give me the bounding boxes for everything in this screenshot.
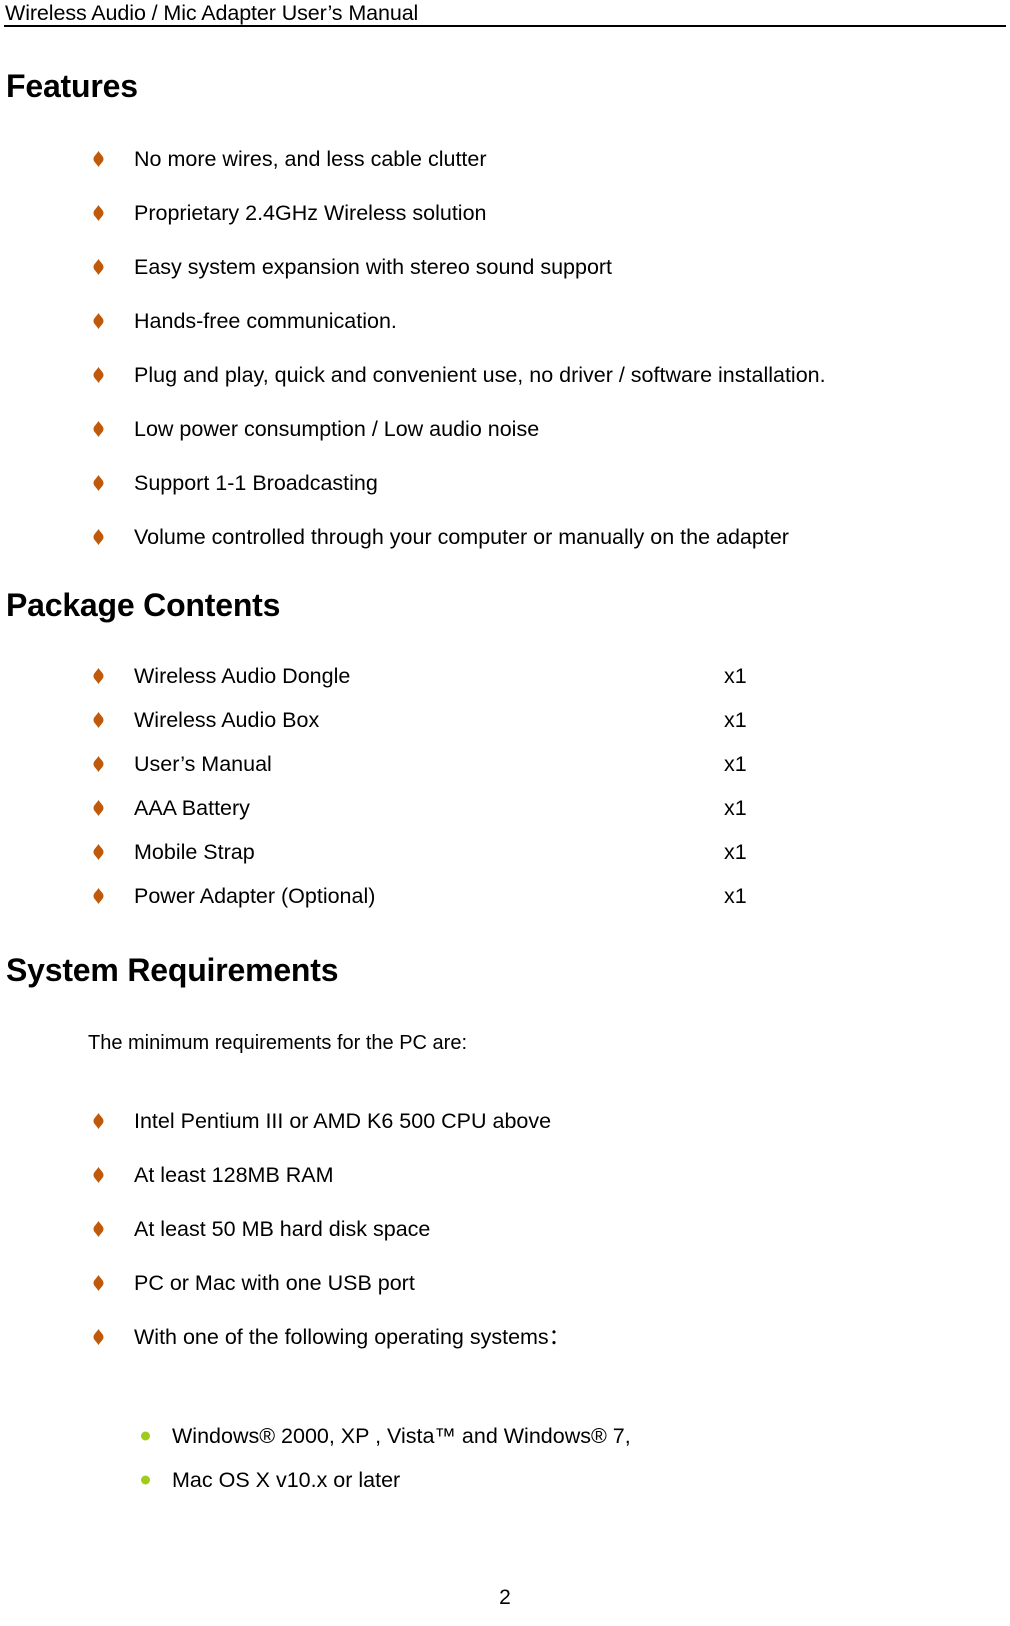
diamond-bullet-icon <box>92 712 105 728</box>
list-item: With one of the following operating syst… <box>92 1310 972 1364</box>
list-item-text: Wireless Audio Box <box>134 708 320 732</box>
section-heading-system-requirements: System Requirements <box>6 952 339 988</box>
diamond-bullet-icon <box>92 668 105 684</box>
list-item: No more wires, and less cable clutter <box>92 132 972 186</box>
diamond-bullet-icon <box>92 205 105 221</box>
system-requirements-list: Intel Pentium III or AMD K6 500 CPU abov… <box>92 1094 972 1364</box>
diamond-bullet-icon <box>92 1113 105 1129</box>
list-item-text: No more wires, and less cable clutter <box>134 147 487 171</box>
list-item: PC or Mac with one USB port <box>92 1256 972 1310</box>
list-item: Wireless Audio Box x1 <box>92 698 972 742</box>
list-item: Mobile Strap x1 <box>92 830 972 874</box>
list-item-text: Intel Pentium III or AMD K6 500 CPU abov… <box>134 1109 552 1133</box>
section-heading-package-contents: Package Contents <box>6 587 281 623</box>
list-item-text: At least 128MB RAM <box>134 1163 334 1187</box>
diamond-bullet-icon <box>92 313 105 329</box>
list-item-text: Hands-free communication. <box>134 309 397 333</box>
list-item: Easy system expansion with stereo sound … <box>92 240 972 294</box>
diamond-bullet-icon <box>92 1221 105 1237</box>
list-item-text: Easy system expansion with stereo sound … <box>134 255 613 279</box>
diamond-bullet-icon <box>92 888 105 904</box>
item-quantity: x1 <box>724 664 747 688</box>
list-item: User’s Manual x1 <box>92 742 972 786</box>
diamond-bullet-icon <box>92 1275 105 1291</box>
document-header: Wireless Audio / Mic Adapter User’s Manu… <box>0 0 1010 26</box>
diamond-bullet-icon <box>92 421 105 437</box>
diamond-bullet-icon <box>92 1329 105 1345</box>
item-quantity: x1 <box>724 796 747 820</box>
list-item: Volume controlled through your computer … <box>92 510 972 564</box>
list-item-text: Volume controlled through your computer … <box>134 525 789 549</box>
list-item-text: Plug and play, quick and convenient use,… <box>134 363 826 387</box>
list-item-text: Mac OS X v10.x or later <box>172 1468 401 1492</box>
diamond-bullet-icon <box>92 367 105 383</box>
list-item: Proprietary 2.4GHz Wireless solution <box>92 186 972 240</box>
list-item-text: Windows® 2000, XP , Vista™ and Windows® … <box>172 1424 631 1448</box>
list-item-text: Support 1-1 Broadcasting <box>134 471 378 495</box>
list-item-text: AAA Battery <box>134 796 250 820</box>
item-quantity: x1 <box>724 840 747 864</box>
page-number: 2 <box>499 1586 511 1609</box>
header-divider <box>4 25 1006 27</box>
dot-bullet-icon <box>141 1475 150 1485</box>
features-list: No more wires, and less cable clutter Pr… <box>92 132 972 564</box>
package-contents-list: Wireless Audio Dongle x1 Wireless Audio … <box>92 654 972 918</box>
diamond-bullet-icon <box>92 1167 105 1183</box>
manual-page: Wireless Audio / Mic Adapter User’s Manu… <box>0 0 1010 1626</box>
diamond-bullet-icon <box>92 800 105 816</box>
list-item: Mac OS X v10.x or later <box>140 1458 920 1502</box>
diamond-bullet-icon <box>92 475 105 491</box>
list-item-text: Power Adapter (Optional) <box>134 884 376 908</box>
list-item: Intel Pentium III or AMD K6 500 CPU abov… <box>92 1094 972 1148</box>
list-item: Power Adapter (Optional) x1 <box>92 874 972 918</box>
diamond-bullet-icon <box>92 844 105 860</box>
list-item-text: Proprietary 2.4GHz Wireless solution <box>134 201 487 225</box>
diamond-bullet-icon <box>92 529 105 545</box>
list-item-text: Low power consumption / Low audio noise <box>134 417 540 441</box>
diamond-bullet-icon <box>92 151 105 167</box>
list-item: At least 128MB RAM <box>92 1148 972 1202</box>
item-quantity: x1 <box>724 708 747 732</box>
system-requirements-lead-in: The minimum requirements for the PC are: <box>88 1032 468 1054</box>
list-item: Plug and play, quick and convenient use,… <box>92 348 972 402</box>
dot-bullet-icon <box>141 1431 150 1441</box>
item-quantity: x1 <box>724 752 747 776</box>
operating-systems-sublist: Windows® 2000, XP , Vista™ and Windows® … <box>140 1414 920 1502</box>
list-item: Wireless Audio Dongle x1 <box>92 654 972 698</box>
list-item: Windows® 2000, XP , Vista™ and Windows® … <box>140 1414 920 1458</box>
list-item-text: PC or Mac with one USB port <box>134 1271 415 1295</box>
diamond-bullet-icon <box>92 259 105 275</box>
list-item-text: Mobile Strap <box>134 840 255 864</box>
list-item: AAA Battery x1 <box>92 786 972 830</box>
list-item-text: At least 50 MB hard disk space <box>134 1217 431 1241</box>
list-item-text: User’s Manual <box>134 752 272 776</box>
list-item-text: Wireless Audio Dongle <box>134 664 351 688</box>
list-item: At least 50 MB hard disk space <box>92 1202 972 1256</box>
list-item: Hands-free communication. <box>92 294 972 348</box>
item-quantity: x1 <box>724 884 747 908</box>
list-item: Support 1-1 Broadcasting <box>92 456 972 510</box>
list-item: Low power consumption / Low audio noise <box>92 402 972 456</box>
diamond-bullet-icon <box>92 756 105 772</box>
list-item-text: With one of the following operating syst… <box>134 1325 571 1349</box>
header-title: Wireless Audio / Mic Adapter User’s Manu… <box>5 1 419 25</box>
section-heading-features: Features <box>6 68 138 104</box>
